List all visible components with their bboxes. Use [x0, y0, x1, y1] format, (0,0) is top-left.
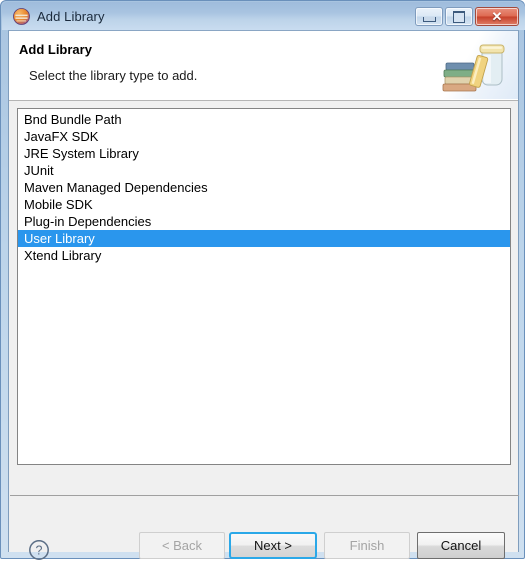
wizard-banner: Add Library Select the library type to a…: [9, 31, 518, 101]
button-bar: ? < Back Next > Finish Cancel: [9, 496, 518, 560]
eclipse-logo-icon: [13, 7, 30, 25]
list-item[interactable]: JUnit: [18, 162, 510, 179]
list-item-selected[interactable]: User Library: [18, 230, 510, 247]
cancel-button[interactable]: Cancel: [417, 532, 505, 559]
maximize-button[interactable]: [445, 7, 473, 26]
library-type-list[interactable]: Bnd Bundle Path JavaFX SDK JRE System Li…: [17, 108, 511, 465]
next-button[interactable]: Next >: [229, 532, 317, 559]
list-item[interactable]: JRE System Library: [18, 145, 510, 162]
close-button[interactable]: ✕: [475, 7, 519, 26]
svg-text:?: ?: [36, 543, 43, 557]
list-item[interactable]: Plug-in Dependencies: [18, 213, 510, 230]
maximize-icon: [453, 10, 465, 23]
finish-button[interactable]: Finish: [324, 532, 410, 559]
list-item[interactable]: Xtend Library: [18, 247, 510, 264]
list-item[interactable]: Maven Managed Dependencies: [18, 179, 510, 196]
dialog-client-area: Add Library Select the library type to a…: [8, 30, 519, 560]
minimize-button[interactable]: [415, 7, 443, 26]
library-type-list-items: Bnd Bundle Path JavaFX SDK JRE System Li…: [18, 109, 510, 264]
window-title: Add Library: [37, 8, 105, 24]
page-description: Select the library type to add.: [29, 68, 198, 83]
minimize-icon: [422, 16, 436, 22]
add-library-dialog-window: Add Library ✕ Add Library Select the lib…: [0, 0, 525, 560]
title-bar[interactable]: Add Library ✕: [2, 2, 525, 30]
library-jar-books-icon: [432, 31, 518, 99]
window-controls: ✕: [415, 7, 519, 26]
list-item[interactable]: JavaFX SDK: [18, 128, 510, 145]
back-button[interactable]: < Back: [139, 532, 225, 559]
close-icon: ✕: [491, 9, 503, 24]
list-item[interactable]: Mobile SDK: [18, 196, 510, 213]
page-title: Add Library: [19, 42, 92, 57]
help-question-icon[interactable]: ?: [28, 539, 50, 566]
list-item[interactable]: Bnd Bundle Path: [18, 111, 510, 128]
